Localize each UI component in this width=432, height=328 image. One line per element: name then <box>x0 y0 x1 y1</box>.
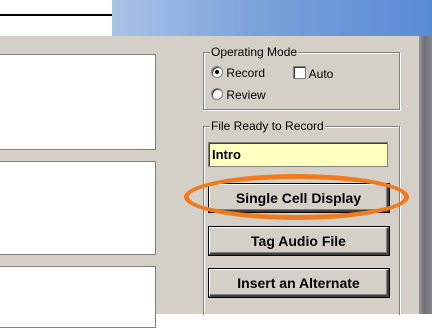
record-radio-option[interactable]: Record <box>211 66 265 80</box>
window-title-bar <box>112 0 432 36</box>
record-radio[interactable] <box>211 66 223 78</box>
record-label: Record <box>226 66 266 80</box>
file-name-field[interactable]: Intro <box>208 142 388 167</box>
review-label: Review <box>226 88 266 102</box>
operating-mode-legend: Operating Mode <box>210 45 299 59</box>
window-right-border <box>419 36 432 314</box>
review-radio-option[interactable]: Review <box>211 88 266 102</box>
single-cell-display-button[interactable]: Single Cell Display <box>208 183 390 213</box>
upper-pane[interactable] <box>0 54 156 150</box>
review-radio[interactable] <box>211 88 223 100</box>
callout-line <box>0 14 112 16</box>
insert-alternate-button[interactable]: Insert an Alternate <box>208 268 390 298</box>
file-ready-legend: File Ready to Record <box>210 119 325 133</box>
auto-label: Auto <box>308 67 334 81</box>
auto-checkbox[interactable] <box>293 66 306 79</box>
middle-pane[interactable] <box>0 161 156 255</box>
lower-pane[interactable] <box>0 266 156 328</box>
tag-audio-file-button[interactable]: Tag Audio File <box>208 226 390 256</box>
auto-checkbox-option[interactable]: Auto <box>293 66 333 81</box>
